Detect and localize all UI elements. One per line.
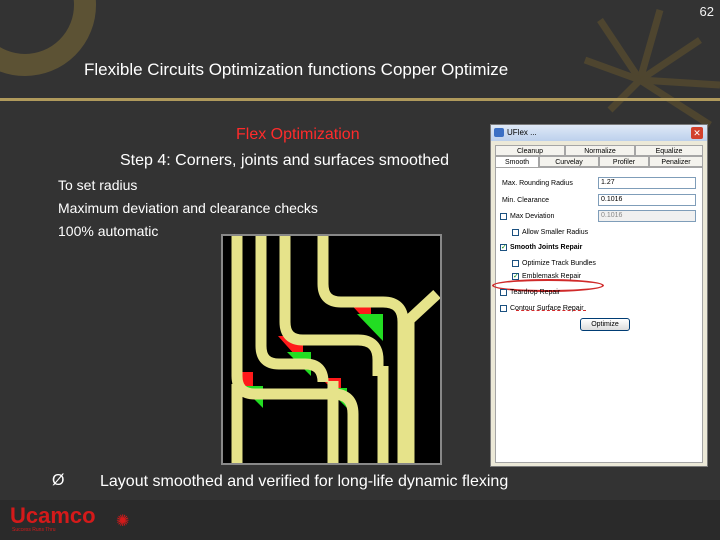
emblemask-repair-label: Emblemask Repair: [522, 273, 582, 280]
company-tagline: Success Runs Thru: [12, 527, 56, 533]
close-button[interactable]: ✕: [691, 127, 703, 139]
dialog-titlebar[interactable]: UFlex ... ✕: [491, 125, 707, 141]
footer-bullet-arrow-icon: Ø: [52, 472, 65, 489]
dialog-title: UFlex ...: [507, 128, 537, 137]
footer-band: [0, 500, 720, 540]
uflex-dialog: UFlex ... ✕ Cleanup Normalize Equalize S…: [490, 124, 708, 467]
optimize-track-bundles-label: Optimize Track Bundles: [522, 260, 596, 267]
smooth-joints-repair-label: Smooth Joints Repair: [510, 244, 583, 251]
teardrop-repair-label: Teardrop Repair: [510, 289, 561, 296]
title-divider: [0, 98, 720, 101]
contour-surface-repair-label: Contour Surface Repair: [510, 305, 584, 312]
max-deviation-checkbox[interactable]: [500, 213, 507, 220]
min-clearance-label: Min. Clearance: [502, 197, 550, 204]
max-deviation-label: Max Deviation: [510, 213, 555, 220]
tab-curvelay[interactable]: Curvelay: [539, 156, 599, 167]
max-rounding-radius-label: Max. Rounding Radius: [502, 180, 573, 187]
tab-profiler[interactable]: Profiler: [599, 156, 649, 167]
emblemask-repair-checkbox[interactable]: ✓: [512, 273, 519, 280]
optimize-button[interactable]: Optimize: [580, 318, 630, 331]
copper-traces: [231, 236, 441, 463]
max-rounding-radius-input[interactable]: 1.27: [598, 177, 696, 189]
smooth-joints-repair-checkbox[interactable]: ✓: [500, 244, 507, 251]
logo-star-icon: ✺: [116, 513, 130, 530]
allow-smaller-radius-checkbox[interactable]: [512, 229, 519, 236]
tab-equalize[interactable]: Equalize: [635, 145, 703, 156]
max-deviation-input[interactable]: 0.1016: [598, 210, 696, 222]
bullet-item: Maximum deviation and clearance checks: [58, 200, 318, 216]
section-heading: Flex Optimization: [236, 126, 360, 143]
page-number: 62: [699, 4, 714, 19]
traces-drawing: [231, 236, 441, 463]
tab-penalizer[interactable]: Penalizer: [649, 156, 703, 167]
bullet-item: 100% automatic: [58, 223, 159, 239]
slide-title: Flexible Circuits Optimization functions…: [84, 60, 509, 79]
app-icon: [494, 128, 504, 137]
company-logo: Ucamco: [10, 503, 96, 528]
step-heading: Step 4: Corners, joints and surfaces smo…: [120, 152, 450, 169]
tab-cleanup[interactable]: Cleanup: [495, 145, 565, 156]
teardrop-repair-checkbox[interactable]: [500, 289, 507, 296]
tab-normalize[interactable]: Normalize: [565, 145, 635, 156]
bullet-item: To set radius: [58, 177, 138, 193]
copper-traces-image: [221, 234, 442, 465]
min-clearance-input[interactable]: 0.1016: [598, 194, 696, 206]
footer-statement: Layout smoothed and verified for long-li…: [100, 473, 509, 490]
allow-smaller-radius-label: Allow Smaller Radius: [522, 229, 589, 236]
contour-surface-repair-checkbox[interactable]: [500, 305, 507, 312]
smooth-settings-panel: Max. Rounding Radius 1.27 Min. Clearance…: [492, 167, 703, 463]
optimize-track-bundles-checkbox[interactable]: [512, 260, 519, 267]
